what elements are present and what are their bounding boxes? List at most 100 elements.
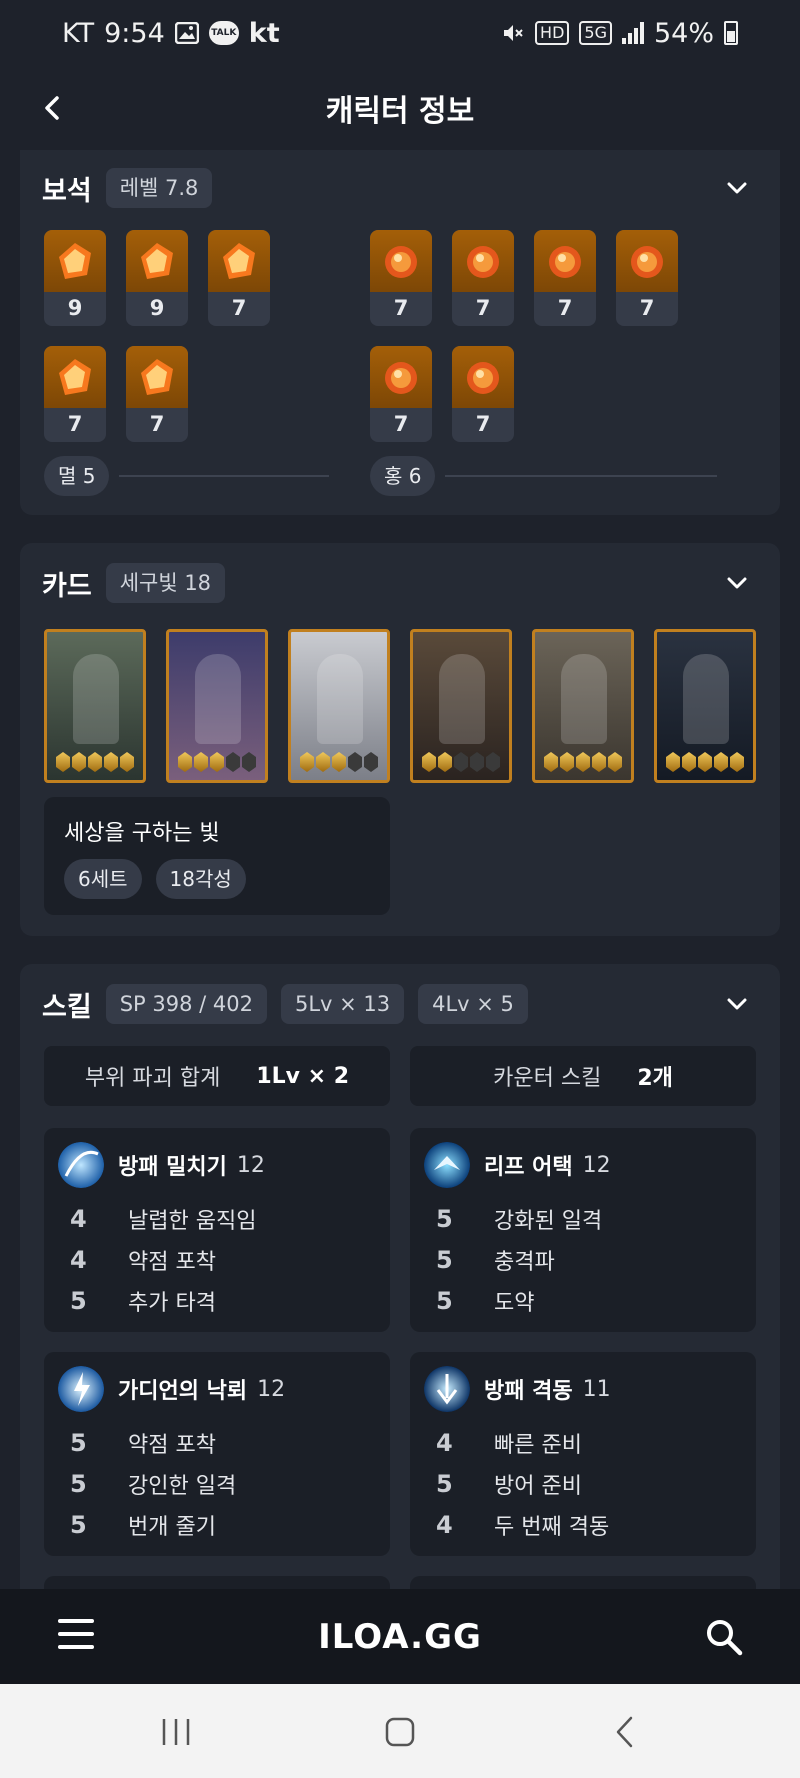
card-collapse-button[interactable]: [722, 568, 752, 598]
gem-slot[interactable]: 7: [370, 230, 432, 326]
skill-card[interactable]: 방패 격동 11 4 빠른 준비 5 방어 준비 4 두 번째 격동: [410, 1352, 756, 1556]
card-portrait: [439, 654, 485, 744]
awakening-gem-icon: [226, 752, 240, 772]
back-button[interactable]: [30, 86, 74, 130]
skill-card[interactable]: 가디언의 낙뢰 12 5 약점 포착 5 강인한 일격 5 번개 줄기: [44, 1352, 390, 1556]
gem-slot[interactable]: 7: [370, 346, 432, 442]
skill-card[interactable]: [410, 1576, 756, 1590]
gem-slot[interactable]: 7: [452, 230, 514, 326]
tripod-name: 약점 포착: [128, 1249, 216, 1275]
search-icon[interactable]: [704, 1617, 744, 1657]
card-portrait: [683, 654, 729, 744]
skill-card[interactable]: 리프 어택 12 5 강화된 일격 5 충격파 5 도약: [410, 1128, 756, 1332]
card-tile[interactable]: [288, 629, 390, 783]
gem-level-chip: 레벨 7.8: [105, 168, 213, 208]
awakening-gem-icon: [576, 752, 590, 772]
tripod-level: 5: [436, 1469, 453, 1498]
awakening-gem-icon: [682, 752, 696, 772]
hd-icon: HD: [535, 21, 570, 45]
skill-level: 12: [236, 1152, 265, 1178]
menu-button[interactable]: [58, 1619, 94, 1649]
system-back-button[interactable]: [604, 1712, 644, 1752]
part-break-summary: 부위 파괴 합계 1Lv × 2: [44, 1046, 390, 1106]
gem-icon: [467, 246, 499, 278]
gem-slot[interactable]: 7: [534, 230, 596, 326]
skill-card[interactable]: [44, 1576, 390, 1590]
awakening-gem-icon: [348, 752, 362, 772]
summary-label: 부위 파괴 합계: [84, 1066, 221, 1091]
tripod-level: 5: [70, 1469, 87, 1498]
gem-section: 보석 레벨 7.8 9 9 7 7 7 7 7 7 7 7 7 멸 5 홍 6: [20, 150, 780, 515]
tripod-level: 5: [70, 1286, 87, 1315]
awakening-gem-icon: [470, 752, 484, 772]
gem-slot[interactable]: 7: [44, 346, 106, 442]
gem-slot[interactable]: 7: [126, 346, 188, 442]
recent-apps-button[interactable]: [156, 1712, 196, 1752]
skill-level: 12: [257, 1376, 286, 1402]
tripod-row: 5 도약: [436, 1280, 602, 1321]
awakening-gem-icon: [56, 752, 70, 772]
awakening-gem-icon: [178, 752, 192, 772]
tripod-level: 5: [436, 1286, 453, 1315]
gallery-icon: [174, 22, 199, 44]
tripod-row: 5 번개 줄기: [70, 1504, 236, 1545]
gem-slot[interactable]: 9: [44, 230, 106, 326]
tripod-row: 5 추가 타격: [70, 1280, 256, 1321]
gem-level: 7: [393, 412, 409, 436]
awakening-gem-icon: [316, 752, 330, 772]
skill-collapse-button[interactable]: [722, 989, 752, 1019]
skill-name: 방패 격동: [484, 1379, 573, 1404]
gem-icon: [631, 246, 663, 278]
gem-group-label: 홍 6: [370, 456, 436, 496]
gem-slot[interactable]: 7: [208, 230, 270, 326]
awakening-gem-icon: [544, 752, 558, 772]
skill-section-title: 스킬: [42, 991, 92, 1023]
tripod-name: 도약: [494, 1290, 535, 1316]
tripod-name: 약점 포착: [128, 1432, 216, 1458]
gem-icon: [141, 359, 173, 395]
card-tile[interactable]: [410, 629, 512, 783]
divider: [445, 475, 718, 477]
skill-card[interactable]: 방패 밀치기 12 4 날렵한 움직임 4 약점 포착 5 추가 타격: [44, 1128, 390, 1332]
home-button[interactable]: [380, 1712, 420, 1752]
app-header: 캐릭터 정보: [0, 66, 800, 150]
awakening-gem-icon: [104, 752, 118, 772]
gem-slot[interactable]: 9: [126, 230, 188, 326]
recent-apps-icon: [162, 1719, 190, 1745]
skill-name: 가디언의 낙뢰: [118, 1379, 248, 1404]
gem-level: 9: [149, 296, 165, 320]
skill-level: 12: [582, 1152, 611, 1178]
card-awakening: [47, 752, 143, 772]
gem-slot[interactable]: 7: [452, 346, 514, 442]
tripod-name: 강화된 일격: [494, 1208, 603, 1234]
awakening-gem-icon: [714, 752, 728, 772]
gem-group-label: 멸 5: [44, 456, 110, 496]
awakening-gem-icon: [560, 752, 574, 772]
mute-icon: [504, 25, 523, 41]
summary-value: 1Lv × 2: [256, 1063, 350, 1089]
gem-icon: [385, 246, 417, 278]
tripod-row: 5 방어 준비: [436, 1463, 609, 1504]
skill-section: 스킬 SP 398 / 402 5Lv × 13 4Lv × 5 부위 파괴 합…: [20, 964, 780, 1590]
card-awakening: [169, 752, 265, 772]
card-tile[interactable]: [532, 629, 634, 783]
awakening-gem-icon: [608, 752, 622, 772]
awakening-gem-icon: [88, 752, 102, 772]
tripod-level: 4: [70, 1204, 87, 1233]
card-tile[interactable]: [44, 629, 146, 783]
gem-slot[interactable]: 7: [616, 230, 678, 326]
brand-logo[interactable]: ILOA.GG: [318, 1617, 482, 1657]
summary-label: 카운터 스킬: [493, 1066, 602, 1091]
signal-icon: [621, 22, 644, 44]
card-tile[interactable]: [166, 629, 268, 783]
skill-name: 방패 밀치기: [118, 1155, 227, 1180]
gem-section-title: 보석: [42, 175, 92, 207]
tripod-name: 두 번째 격동: [494, 1514, 610, 1540]
tripod-row: 4 빠른 준비: [436, 1422, 609, 1463]
card-tile[interactable]: [654, 629, 756, 783]
counter-skill-summary: 카운터 스킬 2개: [410, 1046, 756, 1106]
gem-collapse-button[interactable]: [722, 173, 752, 203]
tripod-row: 4 두 번째 격동: [436, 1504, 609, 1545]
home-icon: [385, 1717, 415, 1747]
gem-icon: [385, 362, 417, 394]
